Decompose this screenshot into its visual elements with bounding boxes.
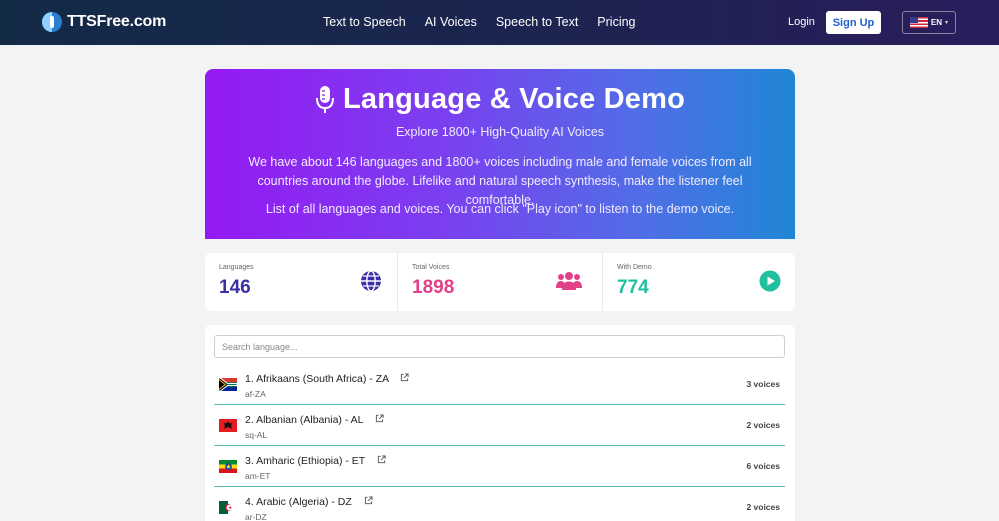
voice-count: 2 voices: [746, 502, 780, 512]
caret-down-icon: ▾: [945, 20, 949, 26]
language-selector[interactable]: EN ▾: [902, 11, 956, 34]
top-navbar: TTSFree.com Text to Speech AI Voices Spe…: [0, 0, 999, 45]
language-name: 2. Albanian (Albania) - AL: [245, 414, 384, 426]
south-africa-flag-icon: [219, 378, 237, 391]
login-link[interactable]: Login: [788, 16, 815, 28]
algeria-flag-icon: [219, 501, 237, 514]
voice-count: 3 voices: [746, 379, 780, 389]
microphone-icon: [315, 85, 334, 113]
list-item[interactable]: 3. Amharic (Ethiopia) - ET am-ET 6 voice…: [214, 447, 785, 487]
brand-name: TTSFree.com: [67, 13, 167, 30]
nav-pricing[interactable]: Pricing: [597, 15, 635, 29]
stat-value: 146: [219, 277, 251, 298]
stat-label: Languages: [219, 264, 254, 271]
language-name: 1. Afrikaans (South Africa) - ZA: [245, 373, 410, 385]
logo-icon: [42, 12, 62, 32]
stat-value: 774: [617, 277, 649, 298]
external-link-icon[interactable]: [377, 455, 386, 464]
language-code: af-ZA: [245, 389, 266, 399]
language-code: am-ET: [245, 471, 271, 481]
hero-banner: Language & Voice Demo Explore 1800+ High…: [205, 69, 795, 239]
nav-ai-voices[interactable]: AI Voices: [425, 15, 477, 29]
stat-label: With Demo: [617, 264, 652, 271]
users-icon: [556, 272, 582, 290]
signup-button[interactable]: Sign Up: [826, 11, 881, 34]
stat-languages: Languages 146: [205, 253, 398, 311]
nav-text-to-speech[interactable]: Text to Speech: [323, 15, 406, 29]
stat-with-demo: With Demo 774: [603, 253, 795, 311]
language-code: EN: [930, 18, 943, 27]
hero-subtitle: Explore 1800+ High-Quality AI Voices: [395, 125, 605, 139]
external-link-icon[interactable]: [364, 496, 373, 505]
external-link-icon[interactable]: [400, 373, 410, 382]
external-link-icon[interactable]: [375, 414, 384, 423]
albania-flag-icon: [219, 419, 237, 432]
nav-speech-to-text[interactable]: Speech to Text: [496, 15, 578, 29]
search-input[interactable]: [214, 335, 785, 358]
language-list-panel: 1. Afrikaans (South Africa) - ZA af-ZA 3…: [205, 325, 795, 521]
brand-logo[interactable]: TTSFree.com: [42, 12, 166, 32]
hero-heading: Language & Voice Demo: [205, 83, 795, 116]
language-code: sq-AL: [245, 430, 268, 440]
voice-count: 2 voices: [746, 420, 780, 430]
stat-value: 1898: [412, 277, 455, 298]
hero-note: List of all languages and voices. You ca…: [265, 202, 735, 216]
globe-icon: [361, 270, 381, 292]
list-item[interactable]: 1. Afrikaans (South Africa) - ZA af-ZA 3…: [214, 365, 785, 405]
list-item[interactable]: 2. Albanian (Albania) - AL sq-AL 2 voice…: [214, 406, 785, 446]
stat-label: Total Voices: [412, 264, 450, 271]
stats-bar: Languages 146 Total Voices 1898 With Dem…: [205, 253, 795, 311]
us-flag-icon: [909, 17, 928, 28]
ethiopia-flag-icon: [219, 460, 237, 473]
voice-count: 6 voices: [746, 461, 780, 471]
play-circle-icon: [759, 270, 781, 292]
language-name: 4. Arabic (Algeria) - DZ: [245, 496, 373, 508]
list-item[interactable]: 4. Arabic (Algeria) - DZ ar-DZ 2 voices: [214, 488, 785, 521]
main-nav: Text to Speech AI Voices Speech to Text …: [323, 15, 655, 29]
language-name: 3. Amharic (Ethiopia) - ET: [245, 455, 386, 467]
language-code: ar-DZ: [245, 512, 267, 521]
stat-total-voices: Total Voices 1898: [398, 253, 603, 311]
page-title: Language & Voice Demo: [342, 83, 686, 115]
